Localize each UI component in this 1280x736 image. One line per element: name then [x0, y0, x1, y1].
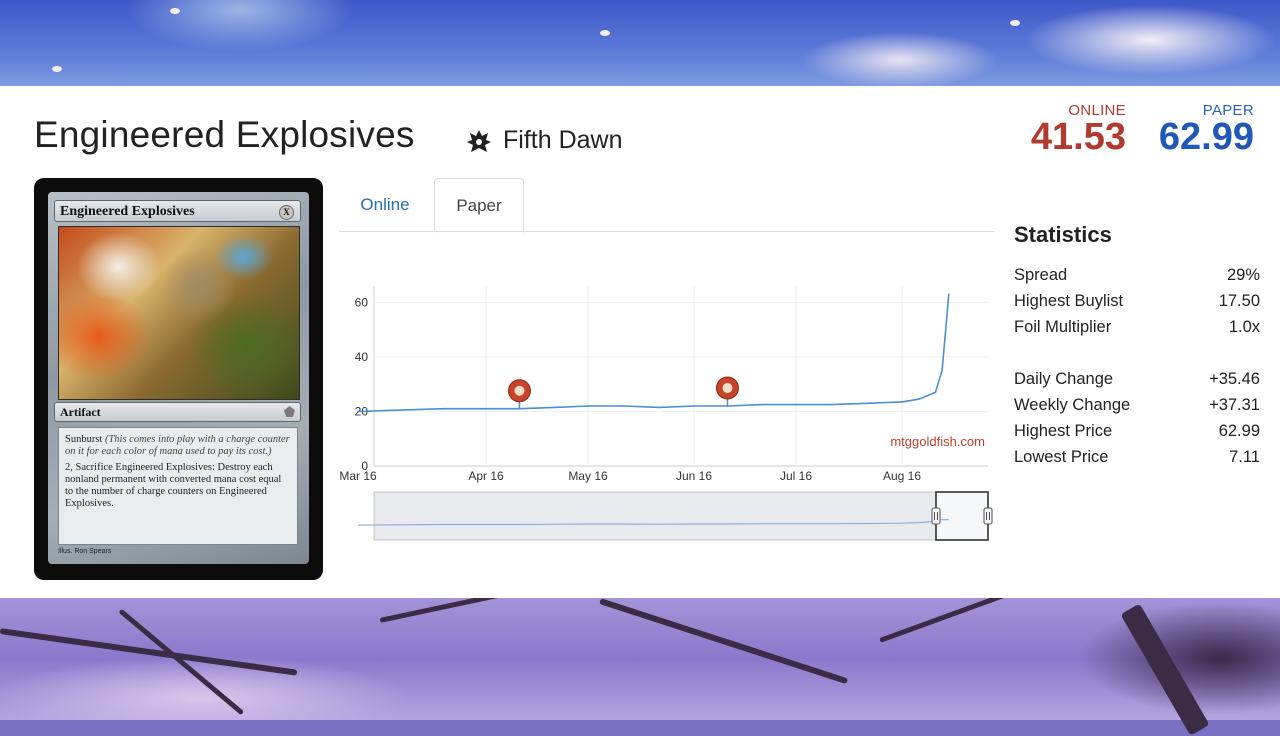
stat-label: Spread: [1014, 266, 1068, 284]
card-type-line: Artifact: [54, 402, 301, 422]
stat-label: Foil Multiplier: [1014, 318, 1112, 336]
branch-decoration: [599, 598, 849, 685]
chart-watermark: mtggoldfish.com: [890, 434, 985, 449]
stat-value: 29%: [1226, 266, 1260, 284]
petal-decoration: [52, 66, 62, 72]
stat-value: +37.31: [1209, 396, 1260, 414]
price-data-point: [587, 405, 589, 407]
statistics-panel: Statistics Spread 29% Highest Buylist 17.50…: [1014, 222, 1260, 470]
card-title: Engineered Explosives: [34, 114, 415, 155]
y-tick-label: 60: [355, 295, 369, 309]
paper-price-value: 62.99: [1158, 116, 1254, 158]
card-image-frame: Engineered Explosives X Artifact Sunburs…: [48, 192, 309, 564]
price-data-point: [485, 407, 487, 410]
stat-value: 1.0x: [1228, 318, 1260, 336]
tabs-divider: [339, 231, 995, 232]
stat-row: Foil Multiplier 1.0x: [1014, 314, 1260, 340]
price-line-series: [357, 294, 950, 413]
stat-label: Highest Buylist: [1014, 292, 1124, 310]
card-price-panel: Engineered Explosives Fifth Dawn ONLINE …: [0, 86, 1280, 598]
stat-label: Highest Price: [1014, 422, 1113, 440]
paper-price: PAPER 62.99: [1150, 102, 1254, 158]
event-marker-inner: [514, 385, 525, 396]
x-tick-label: Apr 16: [468, 469, 504, 483]
online-price: ONLINE 41.53: [1020, 102, 1126, 158]
statistics-title: Statistics: [1014, 222, 1112, 247]
x-tick-label: May 16: [568, 469, 608, 483]
stat-row: Weekly Change +37.31: [1014, 392, 1260, 418]
stat-label: Daily Change: [1014, 370, 1114, 388]
statistics-group-2: Daily Change +35.46 Weekly Change +37.31 Hig…: [1014, 366, 1260, 470]
tab-online[interactable]: Online: [346, 178, 424, 232]
price-data-point: [829, 403, 832, 406]
stat-row: Lowest Price 7.11: [1014, 444, 1260, 470]
price-data-point: [917, 398, 920, 400]
x-tick-label: Mar 16: [340, 469, 377, 483]
price-history-chart[interactable]: 0 20 40 60 Mar 16 Apr 16 May 16 Jun 16 Jul 16 Aug…: [340, 266, 1000, 546]
stat-label: Lowest Price: [1014, 448, 1109, 466]
x-tick-label: Jul 16: [780, 469, 812, 483]
price-data-point: [934, 391, 937, 394]
card-image[interactable]: Engineered Explosives X Artifact Sunburs…: [34, 178, 323, 580]
navigator-handle[interactable]: [931, 507, 941, 525]
petal-decoration: [170, 8, 180, 14]
tree-trunk-decoration: [1120, 603, 1210, 736]
price-data-point: [795, 403, 797, 406]
set-name[interactable]: Fifth Dawn: [503, 126, 622, 155]
rules-ability: 2, Sacrifice Engineered Explosives: Dest…: [65, 462, 282, 509]
x-tick-label: Aug 16: [883, 469, 921, 483]
stat-value: 62.99: [1218, 422, 1260, 440]
card-type-text: Artifact: [60, 405, 101, 419]
online-price-value: 41.53: [1030, 116, 1126, 158]
price-data-point: [399, 409, 401, 411]
stat-value: +35.46: [1209, 370, 1260, 388]
statistics-gap: [1014, 340, 1260, 366]
stat-value: 7.11: [1229, 448, 1260, 466]
price-data-point: [761, 403, 764, 406]
price-data-point: [901, 401, 903, 403]
stat-value: 17.50: [1218, 292, 1260, 310]
price-data-point: [621, 405, 624, 407]
stat-row: Daily Change +35.46: [1014, 366, 1260, 392]
card-artist: Illus. Ron Spears: [58, 548, 112, 555]
petal-decoration: [600, 30, 610, 36]
y-tick-label: 40: [355, 350, 369, 364]
price-data-point: [866, 402, 869, 405]
event-marker-inner: [722, 383, 733, 393]
price-data-point: [948, 293, 950, 296]
background-sky: [0, 0, 1280, 86]
price-data-point: [658, 406, 661, 409]
stat-row: Highest Buylist 17.50: [1014, 288, 1260, 314]
price-data-point: [693, 405, 695, 407]
navigator-mask: [374, 492, 936, 540]
petal-decoration: [1010, 20, 1020, 26]
card-set-symbol-icon: [284, 406, 295, 417]
card-rules-text: Sunburst (This comes into play with a ch…: [58, 427, 298, 545]
card-image-name-text: Engineered Explosives: [60, 204, 195, 219]
tab-paper[interactable]: Paper: [434, 178, 524, 233]
stat-label: Weekly Change: [1014, 396, 1131, 414]
background-blossom-branches: [0, 569, 1280, 736]
fifth-dawn-set-icon: [467, 130, 491, 152]
mana-cost-icon: X: [279, 205, 294, 220]
statistics-group-1: Spread 29% Highest Buylist 17.50 Foil Multip…: [1014, 262, 1260, 340]
price-data-point: [357, 410, 359, 413]
price-chart-svg[interactable]: 0204060Mar 16 Apr 16 May 16 Jun 16 Jul 16 Aug…: [340, 266, 1000, 546]
price-data-point: [941, 369, 943, 372]
card-image-name: Engineered Explosives X: [54, 200, 301, 222]
rules-keyword: Sunburst: [65, 434, 103, 445]
navigator-handle[interactable]: [983, 507, 993, 525]
x-tick-label: Jun 16: [676, 469, 712, 483]
stat-row: Highest Price 62.99: [1014, 418, 1260, 444]
card-artist-name: Ron Spears: [74, 548, 112, 555]
price-data-point: [553, 406, 556, 409]
card-artwork: [58, 226, 300, 400]
price-data-point: [443, 407, 445, 410]
stat-row: Spread 29%: [1014, 262, 1260, 288]
